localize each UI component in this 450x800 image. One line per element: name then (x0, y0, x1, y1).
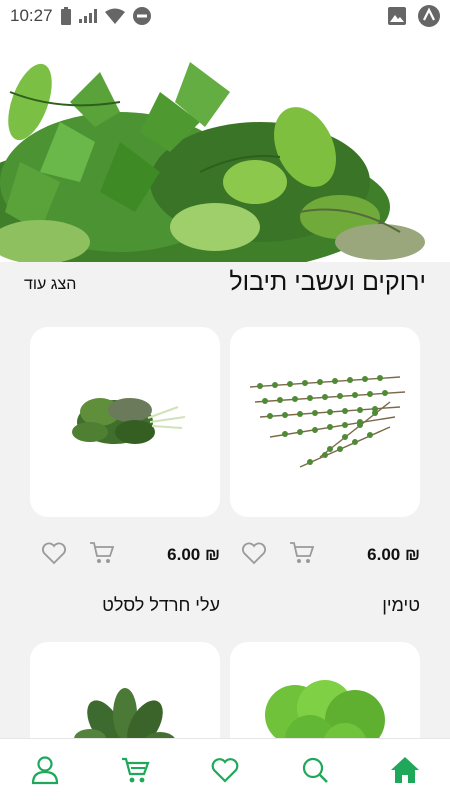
status-bar: 10:27 (0, 0, 450, 32)
favorite-button[interactable] (40, 539, 68, 567)
heart-icon (42, 542, 66, 565)
herbs-banner-image (0, 32, 450, 262)
nav-favorites[interactable] (195, 745, 255, 795)
product-meta: ₪ 6.00 עלי חרדל לסלט (30, 533, 220, 615)
nav-cart[interactable] (105, 745, 165, 795)
wifi-icon (104, 8, 125, 24)
thyme-image (249, 375, 406, 468)
cart-icon (290, 542, 315, 563)
signal-icon (78, 9, 97, 23)
add-to-cart-button[interactable] (88, 539, 116, 567)
product-card[interactable]: ₪ 6.00 עלי חרדל לסלט (30, 327, 220, 615)
cart-icon (90, 542, 115, 563)
product-price: ₪ 6.00 (167, 545, 220, 564)
home-icon (391, 756, 419, 783)
cart-icon (122, 757, 150, 782)
status-time: 10:27 (10, 6, 53, 25)
nav-home[interactable] (375, 745, 435, 795)
favorite-button[interactable] (240, 539, 268, 567)
mustard-leaves-image (72, 398, 186, 444)
show-more-link[interactable]: הצג עוד (24, 276, 76, 294)
section-title: ירוקים ועשבי תיבול (229, 268, 426, 296)
app-notification-icon (418, 5, 440, 27)
product-meta: ₪ 6.00 טימין (230, 533, 420, 615)
add-to-cart-button[interactable] (288, 539, 316, 567)
bottom-nav (0, 738, 450, 800)
image-icon (388, 7, 406, 25)
product-card[interactable]: ₪ 6.00 טימין (230, 327, 420, 615)
heart-icon (242, 542, 266, 565)
search-icon (302, 757, 328, 783)
product-price: ₪ 6.00 (367, 545, 420, 564)
product-name: עלי חרדל לסלט (102, 595, 220, 615)
heart-icon (211, 757, 239, 783)
battery-icon (60, 7, 71, 25)
nav-search[interactable] (285, 745, 345, 795)
product-image[interactable] (30, 327, 220, 517)
do-not-disturb-icon (132, 7, 151, 25)
section-header: ירוקים ועשבי תיבול הצג עוד (0, 262, 450, 312)
product-image[interactable] (230, 327, 420, 517)
product-name: טימין (382, 595, 420, 615)
nav-profile[interactable] (15, 745, 75, 795)
user-icon (31, 755, 59, 784)
hero-banner (0, 32, 450, 262)
